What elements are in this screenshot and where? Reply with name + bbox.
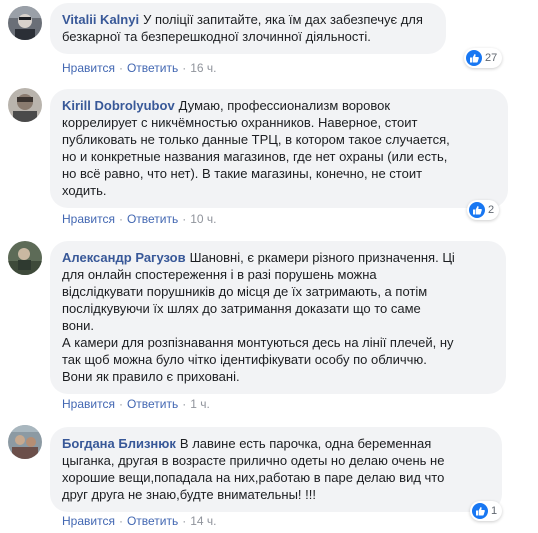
- comment-timestamp[interactable]: 1 ч.: [190, 397, 210, 411]
- reply-button[interactable]: Ответить: [127, 514, 178, 528]
- reaction-count: 2: [488, 204, 495, 216]
- reaction-count: 27: [485, 52, 498, 64]
- like-button[interactable]: Нравится: [62, 397, 115, 411]
- thumbs-up-icon: [472, 503, 488, 519]
- comment-text: Шановні, є ркамери різного призначення. …: [62, 250, 455, 384]
- separator: ·: [118, 212, 123, 226]
- comment-bubble: Vitalii Kalnyi У поліції запитайте, яка ї…: [50, 3, 446, 54]
- avatar[interactable]: [8, 241, 42, 275]
- avatar[interactable]: [8, 88, 42, 122]
- comment-actions: Нравится · Ответить · 14 ч.: [62, 513, 217, 529]
- comment-bubble: Александр Рагузов Шановні, є ркамери різн…: [50, 241, 506, 394]
- comment-author[interactable]: Богдана Близнюк: [62, 436, 176, 451]
- thumbs-up-icon: [469, 202, 485, 218]
- comment-bubble: Богдана Близнюк В лавине есть парочка, од…: [50, 427, 502, 512]
- avatar[interactable]: [8, 425, 42, 459]
- comment-actions: Нравится · Ответить · 1 ч.: [62, 396, 210, 412]
- comment-bubble: Kirill Dobrolyubov Думаю, профессионализм…: [50, 89, 508, 208]
- reaction-count: 1: [491, 505, 498, 517]
- separator: ·: [182, 212, 187, 226]
- separator: ·: [118, 397, 123, 411]
- comment-actions: Нравится · Ответить · 16 ч.: [62, 60, 217, 76]
- reply-button[interactable]: Ответить: [127, 212, 178, 226]
- reaction-count-badge[interactable]: 2: [467, 200, 500, 220]
- comment-timestamp[interactable]: 14 ч.: [190, 514, 216, 528]
- like-button[interactable]: Нравится: [62, 212, 115, 226]
- reaction-count-badge[interactable]: 1: [470, 501, 503, 521]
- like-button[interactable]: Нравится: [62, 514, 115, 528]
- thumbs-up-icon: [466, 50, 482, 66]
- reply-button[interactable]: Ответить: [127, 61, 178, 75]
- avatar[interactable]: [8, 6, 42, 40]
- separator: ·: [118, 61, 123, 75]
- comment-author[interactable]: Александр Рагузов: [62, 250, 186, 265]
- comment-timestamp[interactable]: 16 ч.: [190, 61, 216, 75]
- separator: ·: [182, 514, 187, 528]
- like-button[interactable]: Нравится: [62, 61, 115, 75]
- comment-author[interactable]: Vitalii Kalnyi: [62, 12, 139, 27]
- comment-author[interactable]: Kirill Dobrolyubov: [62, 98, 175, 113]
- comment-timestamp[interactable]: 10 ч.: [190, 212, 216, 226]
- reply-button[interactable]: Ответить: [127, 397, 178, 411]
- separator: ·: [182, 61, 187, 75]
- separator: ·: [118, 514, 123, 528]
- comment-actions: Нравится · Ответить · 10 ч.: [62, 211, 217, 227]
- separator: ·: [182, 397, 187, 411]
- comment-text: Думаю, профессионализм воровок коррелиру…: [62, 98, 450, 198]
- reaction-count-badge[interactable]: 27: [464, 48, 503, 68]
